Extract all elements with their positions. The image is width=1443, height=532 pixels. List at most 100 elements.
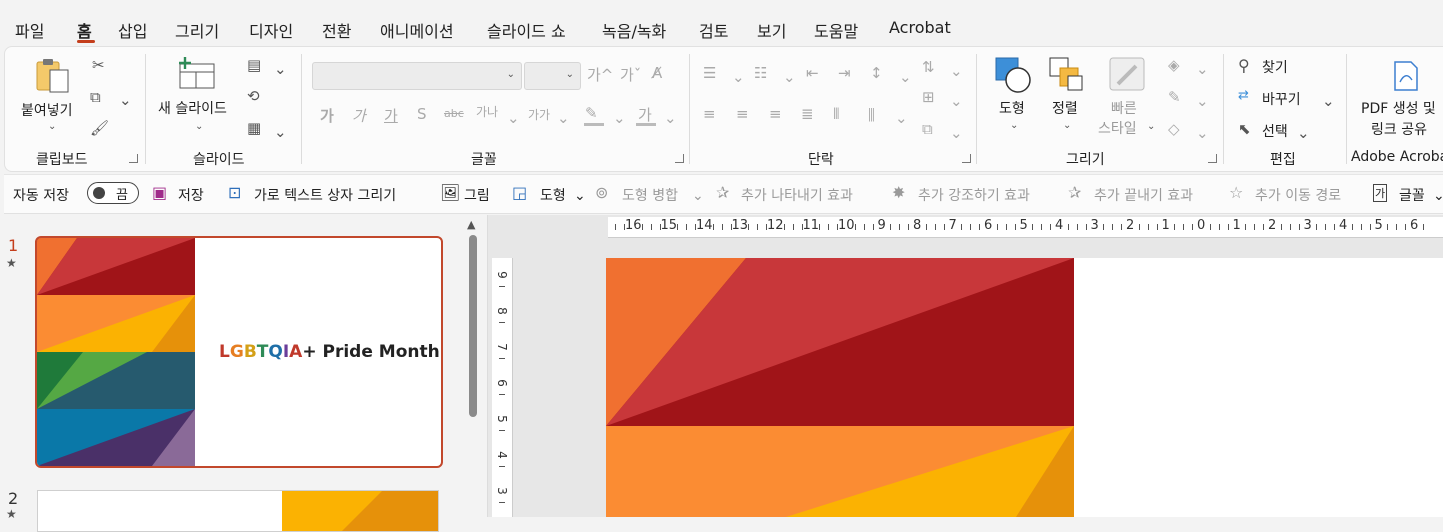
clipboard-launcher-icon[interactable]: [129, 154, 138, 163]
replace-button[interactable]: 바꾸기: [1262, 89, 1301, 109]
bullets-icon[interactable]: ☰: [703, 64, 716, 82]
paragraph-launcher-icon[interactable]: [962, 154, 971, 163]
copy-icon[interactable]: ⧉: [90, 88, 101, 106]
underline-icon[interactable]: 가: [384, 105, 398, 126]
tab-slideshow[interactable]: 슬라이드 쇼: [487, 18, 566, 42]
emphasis-effect-button[interactable]: 추가 강조하기 효과: [918, 185, 1030, 205]
tab-home[interactable]: 홈: [77, 18, 92, 42]
format-painter-icon[interactable]: 🖌: [90, 119, 109, 137]
font-size-input[interactable]: ⌄: [524, 62, 581, 90]
chevron-down-icon[interactable]: ⌄: [664, 109, 677, 127]
draw-text-box-button[interactable]: 가로 텍스트 상자 그리기: [254, 185, 396, 205]
chevron-down-icon[interactable]: ⌄: [274, 60, 287, 78]
entrance-effect-button[interactable]: 추가 나타내기 효과: [741, 185, 853, 205]
increase-font-icon[interactable]: 가^: [587, 64, 613, 85]
chevron-down-icon[interactable]: ⌄: [950, 62, 963, 80]
align-right-icon[interactable]: ≡: [769, 105, 782, 123]
tab-animations[interactable]: 애니메이션: [380, 18, 454, 42]
save-icon[interactable]: ▣: [152, 183, 167, 202]
tab-insert[interactable]: 삽입: [118, 18, 147, 42]
distributed-icon[interactable]: ⦀: [833, 105, 840, 123]
align-left-icon[interactable]: ≡: [703, 105, 716, 123]
chevron-down-icon[interactable]: ⌄: [1196, 60, 1209, 78]
tab-acrobat[interactable]: Acrobat: [889, 18, 951, 37]
tab-transitions[interactable]: 전환: [322, 18, 351, 42]
decrease-indent-icon[interactable]: ⇤: [806, 64, 819, 82]
text-direction-icon[interactable]: ⇅: [922, 58, 935, 76]
ruler-number: 12: [767, 218, 784, 233]
tab-design[interactable]: 디자인: [249, 18, 293, 42]
find-button[interactable]: 찾기: [1262, 57, 1288, 77]
align-text-icon[interactable]: ⊞: [922, 88, 935, 106]
decrease-font-icon[interactable]: 가ˇ: [620, 64, 641, 85]
layout-icon[interactable]: ▤: [247, 56, 261, 74]
thumbnail-scrollbar[interactable]: [469, 235, 477, 417]
picture-button[interactable]: 그림: [464, 185, 490, 205]
select-button[interactable]: 선택: [1262, 121, 1288, 141]
character-spacing-icon[interactable]: 가나: [476, 103, 498, 120]
shape-effects-icon[interactable]: ◇: [1168, 120, 1180, 138]
chevron-down-icon[interactable]: ⌄: [119, 91, 132, 109]
chevron-down-icon[interactable]: ⌄: [1196, 124, 1209, 142]
chevron-down-icon[interactable]: ⌄: [1297, 124, 1310, 142]
numbering-icon[interactable]: ☷: [754, 64, 767, 82]
tab-help[interactable]: 도움말: [814, 18, 858, 42]
columns-icon[interactable]: ⫼: [868, 106, 875, 124]
italic-icon[interactable]: 가: [352, 105, 366, 126]
section-icon[interactable]: ▦: [247, 119, 261, 137]
chevron-down-icon[interactable]: ⌄: [950, 92, 963, 110]
ruler-tick: [1351, 224, 1353, 230]
scroll-up-icon[interactable]: ▲: [467, 218, 475, 231]
save-button[interactable]: 저장: [178, 185, 204, 205]
reset-slide-icon[interactable]: ⟲: [247, 87, 260, 105]
chevron-down-icon[interactable]: ⌄: [507, 109, 520, 127]
justify-icon[interactable]: ≣: [801, 105, 814, 123]
shapes-button[interactable]: 도형: [540, 185, 566, 205]
shape-outline-icon[interactable]: ✎: [1168, 88, 1181, 106]
motion-path-button[interactable]: 추가 이동 경로: [1255, 185, 1341, 205]
chevron-down-icon[interactable]: ⌄: [613, 109, 626, 127]
drawing-launcher-icon[interactable]: [1208, 154, 1217, 163]
chevron-down-icon[interactable]: ⌄: [574, 188, 586, 204]
clear-formatting-icon[interactable]: A̸: [652, 64, 662, 82]
chevron-down-icon[interactable]: ⌄: [1433, 188, 1443, 204]
strikethrough-icon[interactable]: abc: [444, 107, 464, 120]
chevron-down-icon[interactable]: ⌄: [274, 123, 287, 141]
align-center-icon[interactable]: ≡: [736, 105, 749, 123]
tab-draw[interactable]: 그리기: [175, 18, 219, 42]
smartart-icon[interactable]: ⧉: [922, 120, 933, 138]
font-name-input[interactable]: ⌄: [312, 62, 522, 90]
tab-record[interactable]: 녹음/녹화: [602, 18, 666, 42]
chevron-down-icon[interactable]: ⌄: [895, 109, 908, 127]
font-button[interactable]: 글꼴: [1399, 185, 1425, 205]
chevron-down-icon[interactable]: ⌄: [899, 68, 912, 86]
chevron-down-icon[interactable]: ⌄: [732, 68, 745, 86]
slide-thumbnail-1[interactable]: LGBTQIA+ Pride Month: [35, 236, 443, 468]
chevron-down-icon[interactable]: ⌄: [557, 109, 570, 127]
tab-view[interactable]: 보기: [757, 18, 786, 42]
font-launcher-icon[interactable]: [675, 154, 684, 163]
chevron-down-icon[interactable]: ⌄: [1322, 92, 1335, 110]
shadow-icon[interactable]: S: [417, 105, 427, 123]
chevron-down-icon[interactable]: ⌄: [950, 124, 963, 142]
chevron-down-icon[interactable]: ⌄: [783, 68, 796, 86]
tab-file[interactable]: 파일: [15, 18, 44, 42]
line-spacing-icon[interactable]: ↕: [870, 64, 883, 82]
shape-fill-icon[interactable]: ◈: [1168, 56, 1180, 74]
autosave-toggle[interactable]: 끔: [87, 182, 139, 204]
cut-icon[interactable]: ✂: [92, 56, 105, 74]
slide-thumbnail-2[interactable]: [37, 490, 439, 532]
change-case-icon[interactable]: 가가: [528, 106, 550, 123]
bold-icon[interactable]: 가: [320, 105, 334, 126]
font-color-icon[interactable]: 가: [638, 104, 652, 125]
tab-review[interactable]: 검토: [699, 18, 728, 42]
autosave-state: 끔: [116, 188, 128, 203]
chevron-down-icon[interactable]: ⌄: [1196, 92, 1209, 110]
exit-effect-button[interactable]: 추가 끝내기 효과: [1094, 185, 1193, 205]
increase-indent-icon[interactable]: ⇥: [838, 64, 851, 82]
merge-shapes-button[interactable]: 도형 병합: [622, 185, 678, 205]
highlight-icon[interactable]: ✎: [585, 104, 598, 122]
current-slide-canvas[interactable]: [606, 258, 1443, 517]
chevron-down-icon[interactable]: ⌄: [692, 188, 704, 204]
shapes-icon: ◲: [512, 183, 528, 202]
